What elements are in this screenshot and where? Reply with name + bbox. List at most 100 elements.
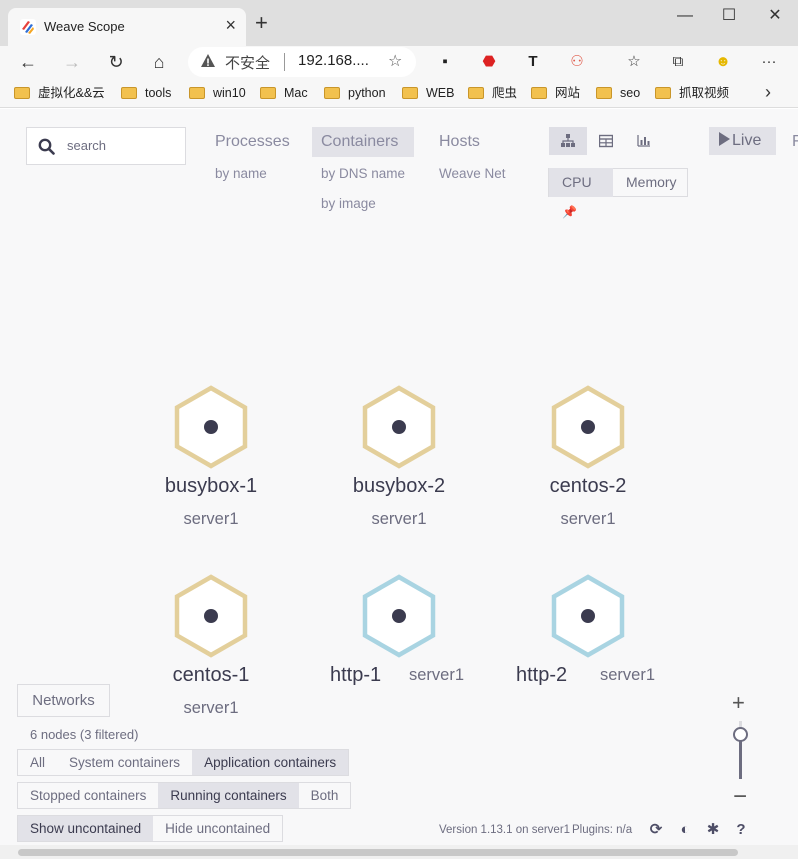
chevron-right-icon[interactable]: › (765, 82, 771, 103)
node-label: busybox-2 (352, 475, 446, 497)
filter-application-containers[interactable]: Application containers (192, 750, 349, 775)
topology-processes[interactable]: Processes (206, 127, 299, 157)
bookmark-label: win10 (213, 86, 246, 100)
more-menu-icon[interactable]: ··· (758, 51, 780, 73)
node-label: busybox-1 (164, 475, 258, 497)
node-busybox-2[interactable]: busybox-2 server1 (299, 385, 499, 529)
node-sublabel: server1 (409, 666, 465, 684)
extension-icon[interactable]: ▪ (434, 51, 456, 73)
folder-icon (14, 87, 30, 99)
filter-show-uncontained[interactable]: Show uncontained (18, 816, 154, 841)
url-text: 192.168.... (298, 52, 369, 69)
translate-icon[interactable]: T (522, 51, 544, 73)
bookmark-label: tools (145, 86, 172, 100)
filter-all[interactable]: All (18, 750, 57, 775)
refresh-icon[interactable]: ⟳ (648, 822, 664, 838)
networks-button[interactable]: Networks (17, 684, 110, 717)
address-separator (284, 53, 285, 71)
node-centos-1[interactable]: centos-1 server1 (111, 574, 311, 718)
zoom-in-button[interactable]: + (732, 692, 745, 714)
search-input[interactable]: search (67, 138, 106, 153)
bookmark-folder[interactable]: Mac (260, 84, 308, 102)
resources-view-button[interactable] (625, 127, 663, 155)
live-button[interactable]: Live (709, 127, 776, 155)
bookmark-folder[interactable]: tools (121, 84, 171, 102)
search-box[interactable]: search (26, 127, 186, 165)
new-tab-icon[interactable]: + (255, 12, 268, 34)
minimize-icon[interactable]: — (670, 6, 700, 26)
back-arrow-icon[interactable]: ← (14, 48, 42, 76)
container-type-filter: All System containers Application contai… (17, 749, 350, 776)
pause-button[interactable]: F (792, 133, 798, 151)
table-view-button[interactable] (587, 127, 625, 155)
node-sublabel: server1 (600, 666, 656, 684)
browser-tab[interactable]: Weave Scope × (8, 8, 246, 46)
scope-app: search Processes by name Containers by D… (0, 109, 798, 859)
bookmark-folder[interactable]: WEB (402, 84, 454, 102)
horizontal-scrollbar[interactable] (0, 845, 798, 859)
node-http-2[interactable] (488, 574, 688, 658)
container-hexagon-icon (551, 574, 625, 658)
bookmarks-bar: 虚拟化&&云 tools win10 Mac python WEB 爬虫 网站 … (0, 78, 798, 108)
subtopology-containers-by-image[interactable]: by image (321, 196, 376, 211)
bookmark-folder[interactable]: python (324, 84, 386, 102)
node-label: http-1 (330, 664, 382, 686)
uncontained-filter: Show uncontained Hide uncontained (17, 815, 284, 842)
subtopology-containers-by-dns-name[interactable]: by DNS name (321, 166, 405, 181)
node-centos-2[interactable]: centos-2 server1 (488, 385, 688, 529)
close-window-icon[interactable]: ✕ (760, 6, 790, 26)
graph-view-button[interactable] (549, 127, 587, 155)
warning-icon (201, 54, 215, 67)
container-hexagon-icon (174, 574, 248, 658)
node-sublabel: server1 (371, 510, 427, 528)
topology-containers[interactable]: Containers (312, 127, 414, 157)
zoom-out-button[interactable]: − (733, 785, 747, 809)
container-hexagon-icon (362, 385, 436, 469)
bug-report-icon[interactable]: ✱ (705, 822, 721, 838)
folder-icon (260, 87, 276, 99)
refresh-icon[interactable]: ↻ (102, 48, 130, 76)
adblock-icon[interactable]: ⬣ (478, 51, 500, 73)
profile-avatar-icon[interactable]: ☻ (712, 51, 734, 73)
tab-title: Weave Scope (44, 19, 125, 34)
subtopology-hosts-weave-net[interactable]: Weave Net (439, 166, 506, 181)
bookmark-folder[interactable]: 抓取视频 (655, 84, 729, 102)
folder-icon (324, 87, 340, 99)
subtopology-processes-by-name[interactable]: by name (215, 166, 267, 181)
bookmark-folder[interactable]: 爬虫 (468, 84, 517, 102)
node-sublabel: server1 (183, 699, 239, 717)
bookmark-label: python (348, 86, 386, 100)
filter-stopped-containers[interactable]: Stopped containers (18, 783, 158, 808)
topology-hosts[interactable]: Hosts (430, 127, 489, 157)
scrollbar-thumb[interactable] (18, 849, 738, 856)
collections-icon[interactable]: ⧉ (667, 51, 689, 73)
metric-cpu[interactable]: CPU 📌 (549, 168, 613, 219)
address-bar[interactable]: 不安全 192.168.... ☆ (188, 47, 416, 77)
zoom-slider-handle[interactable] (733, 727, 748, 742)
bookmark-folder[interactable]: win10 (189, 84, 246, 102)
browser-tab-bar: Weave Scope × + — ☐ ✕ (0, 0, 798, 46)
forward-arrow-icon[interactable]: → (58, 48, 86, 76)
contrast-toggle-icon[interactable]: ◐ (677, 822, 693, 838)
node-http-1[interactable] (299, 574, 499, 658)
close-tab-icon[interactable]: × (225, 16, 236, 34)
favorites-icon[interactable]: ☆ (623, 51, 645, 73)
folder-icon (402, 87, 418, 99)
home-icon[interactable]: ⌂ (145, 48, 173, 76)
filter-both[interactable]: Both (299, 783, 351, 808)
sitemap-extension-icon[interactable]: ⚇ (566, 51, 588, 73)
filter-running-containers[interactable]: Running containers (158, 783, 299, 808)
help-icon[interactable]: ? (733, 822, 749, 838)
metric-memory[interactable]: Memory (613, 168, 690, 197)
maximize-icon[interactable]: ☐ (714, 6, 744, 26)
bookmark-folder[interactable]: 网站 (531, 84, 580, 102)
metric-cpu-label: CPU (562, 174, 592, 190)
pin-icon: 📌 (562, 205, 577, 219)
bookmark-folder[interactable]: 虚拟化&&云 (14, 84, 105, 102)
add-favorite-icon[interactable]: ☆ (388, 51, 402, 71)
bookmark-folder[interactable]: seo (596, 84, 640, 102)
filter-hide-uncontained[interactable]: Hide uncontained (153, 816, 282, 841)
folder-icon (189, 87, 205, 99)
filter-system-containers[interactable]: System containers (57, 750, 192, 775)
node-busybox-1[interactable]: busybox-1 server1 (111, 385, 311, 529)
